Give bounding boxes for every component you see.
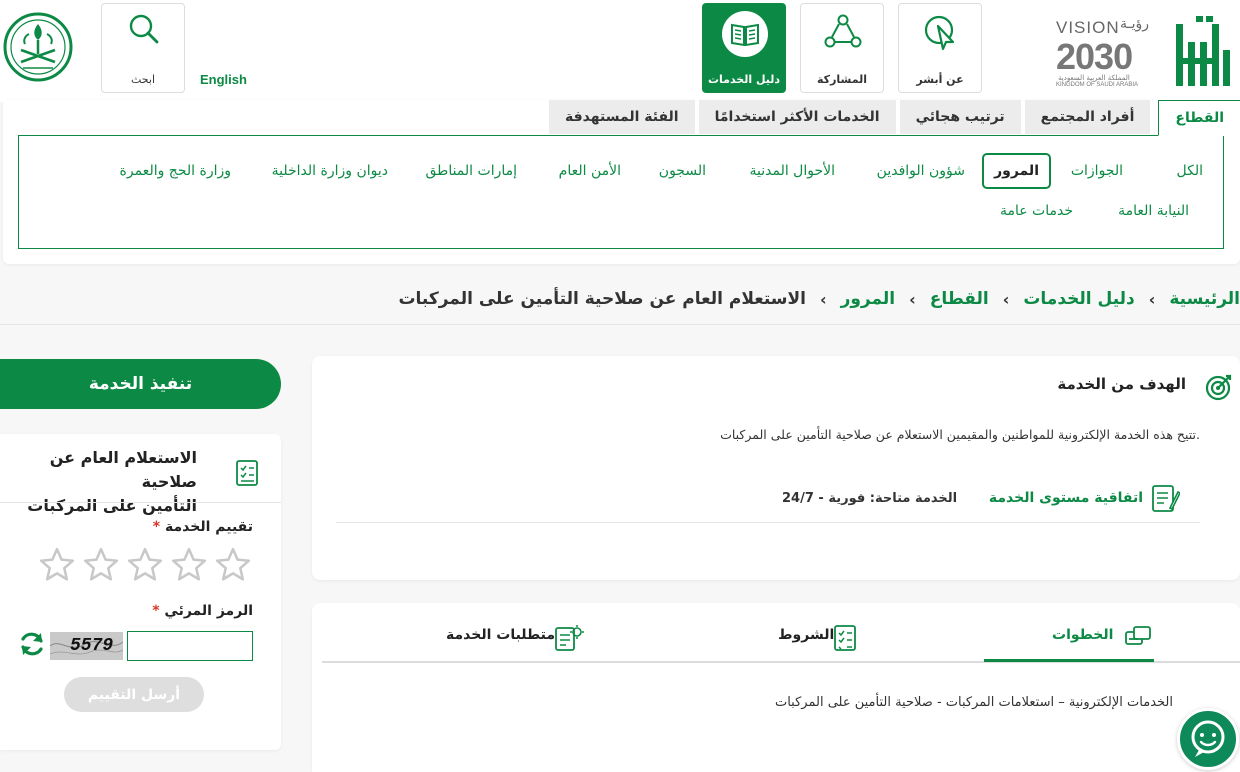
breadcrumb-services-guide[interactable]: دليل الخدمات	[1023, 289, 1134, 309]
sector-item-hajj-umrah[interactable]: وزارة الحج والعمرة	[120, 163, 231, 179]
breadcrumb-home[interactable]: الرئيسية	[1169, 289, 1240, 309]
tab-conditions[interactable]: الشروط	[778, 627, 834, 643]
service-details-card: الخطوات الشروط متطلبات الخدمة الخدمات ال…	[312, 603, 1240, 772]
breadcrumb-separator: ›	[819, 289, 827, 309]
service-doc-icon	[234, 458, 260, 488]
breadcrumb-separator: ›	[1002, 289, 1010, 309]
chat-support-button[interactable]	[1177, 708, 1239, 770]
captcha-label: الرمز المرئي *	[152, 603, 253, 619]
search-label: ابحث	[130, 73, 156, 86]
tab-most-used[interactable]: الخدمات الأكثر استخدامًا	[698, 100, 896, 134]
required-mark: *	[152, 603, 160, 619]
top-header: VISION رؤيـة 2030 المملكة العربية السعود…	[0, 0, 1240, 102]
captcha-image: 5579	[50, 632, 123, 660]
sector-item-all[interactable]: الكل	[1177, 163, 1204, 179]
document-pen-icon	[1150, 482, 1180, 514]
tab-target-group[interactable]: الفئة المستهدفة	[549, 100, 695, 134]
steps-icon	[1124, 624, 1154, 648]
star-icon[interactable]	[82, 546, 120, 584]
service-goal-card: الهدف من الخدمة تتيح هذه الخدمة الإلكترو…	[312, 356, 1240, 580]
vision-year: 2030	[1056, 36, 1133, 77]
language-toggle-english[interactable]: English	[200, 72, 247, 87]
rating-label: تقييم الخدمة *	[153, 519, 253, 535]
tile-participation[interactable]: المشاركة	[800, 3, 884, 93]
chat-bot-icon	[1191, 720, 1225, 757]
rating-stars	[38, 546, 252, 584]
sector-item-prisons[interactable]: السجون	[659, 163, 706, 179]
sector-item-traffic[interactable]: المرور	[982, 153, 1051, 189]
sector-tabs: القطاع أفراد المجتمع ترتيب هجائي الخدمات…	[545, 100, 1240, 136]
tab-requirements[interactable]: متطلبات الخدمة	[446, 627, 555, 643]
captcha-label-text: الرمز المرئي	[164, 603, 253, 619]
rating-service-title: الاستعلام العام عن صلاحية التأمين على ال…	[0, 446, 197, 518]
sector-item-public-security[interactable]: الأمن العام	[559, 163, 621, 179]
star-icon[interactable]	[170, 546, 208, 584]
divider	[0, 502, 281, 503]
tile-label: عن أبشر	[916, 73, 964, 86]
captcha-text: 5579	[70, 636, 114, 656]
tile-services-guide[interactable]: دليل الخدمات	[702, 3, 786, 93]
breadcrumb: الرئيسية › دليل الخدمات › القطاع › المرو…	[398, 286, 1240, 312]
tile-label: دليل الخدمات	[707, 73, 781, 86]
saudi-emblem-logo[interactable]	[3, 10, 73, 84]
service-title-line2: التأمين على المركبات	[27, 496, 197, 515]
sector-item-passports[interactable]: الجوازات	[1071, 163, 1123, 179]
required-mark: *	[152, 519, 161, 535]
sla-link[interactable]: اتفاقية مستوى الخدمة	[989, 490, 1143, 506]
breadcrumb-separator: ›	[909, 289, 916, 309]
service-title-line1: الاستعلام العام عن صلاحية	[49, 448, 197, 491]
vision-kingdom-ar: المملكة العربية السعودية	[1058, 74, 1130, 82]
submit-rating-button[interactable]: أرسل التقييم	[64, 677, 204, 712]
checklist-icon	[832, 623, 858, 653]
rating-card: الاستعلام العام عن صلاحية التأمين على ال…	[0, 434, 281, 750]
vision-roya: رؤيـة	[1120, 16, 1150, 32]
tab-steps[interactable]: الخطوات	[1052, 627, 1113, 643]
tile-about-absher[interactable]: عن أبشر	[898, 3, 982, 93]
breadcrumb-sector[interactable]: القطاع	[930, 289, 989, 309]
vision-kingdom-en: KINGDOM OF SAUDI ARABIA	[1056, 82, 1139, 88]
service-availability: الخدمة متاحة: فورية - 24/7	[782, 491, 958, 506]
search-button[interactable]: ابحث	[101, 3, 185, 93]
active-tab-indicator	[984, 659, 1154, 662]
requirements-icon	[552, 622, 584, 654]
sector-item-civil-affairs[interactable]: الأحوال المدنية	[750, 163, 836, 179]
target-icon	[1204, 372, 1234, 402]
service-goal-title: الهدف من الخدمة	[1057, 375, 1186, 393]
steps-content: الخدمات الإلكترونية – استعلامات المركبات…	[774, 695, 1173, 710]
vision-2030-logo: VISION رؤيـة 2030 المملكة العربية السعود…	[1052, 16, 1164, 92]
people-network-icon	[823, 12, 863, 52]
captcha-input[interactable]	[127, 631, 253, 661]
sector-item-general-services[interactable]: خدمات عامة	[1000, 203, 1073, 219]
refresh-icon[interactable]	[17, 629, 47, 659]
sector-item-public-prosecution[interactable]: النيابة العامة	[1118, 203, 1189, 219]
tile-label: المشاركة	[817, 73, 867, 86]
tab-alphabetical[interactable]: ترتيب هجائي	[899, 100, 1021, 134]
search-icon	[126, 12, 162, 48]
breadcrumb-current: الاستعلام العام عن صلاحية التأمين على ال…	[398, 289, 806, 309]
sector-item-expat-affairs[interactable]: شؤون الوافدين	[877, 163, 965, 179]
open-book-icon	[722, 11, 768, 57]
breadcrumb-separator: ›	[1148, 289, 1156, 309]
rating-label-text: تقييم الخدمة	[164, 519, 253, 535]
service-goal-description: تتيح هذه الخدمة الإلكترونية للمواطنين وا…	[720, 427, 1200, 442]
vision-word: VISION	[1056, 18, 1120, 37]
star-icon[interactable]	[126, 546, 164, 584]
tab-sector[interactable]: القطاع	[1158, 100, 1240, 136]
absher-logo[interactable]	[1170, 14, 1234, 92]
star-icon[interactable]	[38, 546, 76, 584]
tab-community-members[interactable]: أفراد المجتمع	[1024, 100, 1151, 134]
sector-list: الكل الجوازات المرور شؤون الوافدين الأحو…	[18, 135, 1224, 249]
divider	[0, 324, 1240, 325]
sector-item-regional-emirates[interactable]: إمارات المناطق	[426, 163, 518, 179]
divider	[336, 522, 1200, 523]
cursor-click-icon	[921, 12, 961, 52]
sector-item-moi-diwan[interactable]: ديوان وزارة الداخلية	[272, 163, 388, 179]
breadcrumb-traffic[interactable]: المرور	[841, 289, 896, 309]
execute-service-button[interactable]: تنفيذ الخدمة	[0, 359, 281, 409]
star-icon[interactable]	[214, 546, 252, 584]
